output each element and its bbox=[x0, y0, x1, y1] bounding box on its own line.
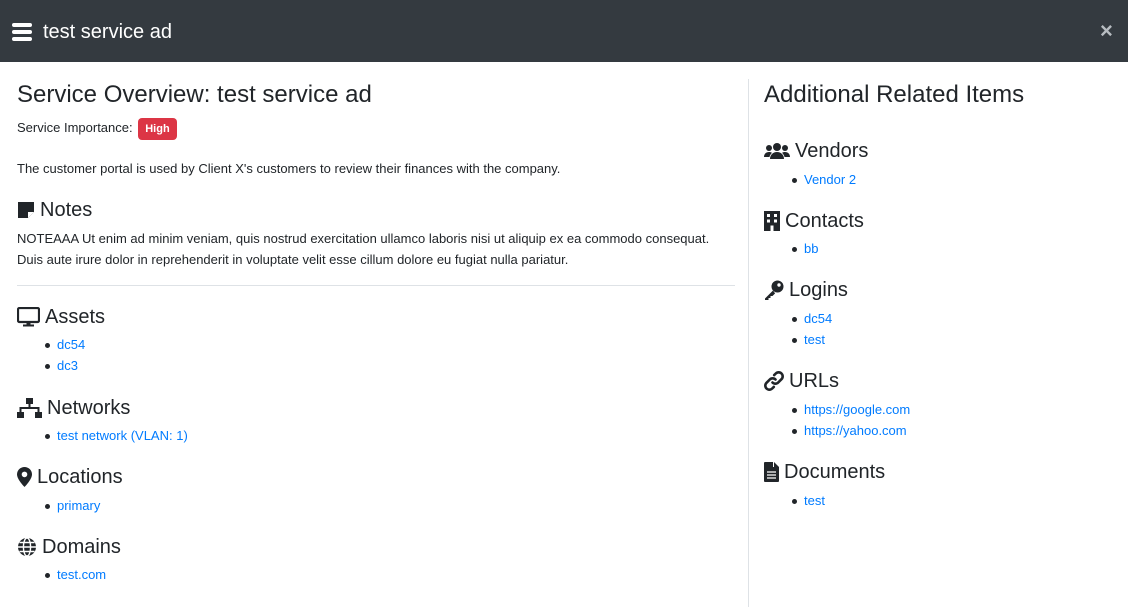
assets-list: dc54 dc3 bbox=[17, 334, 85, 376]
document-link[interactable]: test bbox=[804, 493, 825, 508]
vendors-heading: Vendors bbox=[764, 139, 868, 163]
vendor-link[interactable]: Vendor 2 bbox=[804, 172, 856, 187]
asset-link[interactable]: dc3 bbox=[57, 358, 78, 373]
login-link[interactable]: test bbox=[804, 332, 825, 347]
login-link[interactable]: dc54 bbox=[804, 311, 832, 326]
list-item: Vendor 2 bbox=[764, 169, 856, 190]
networks-heading: Networks bbox=[17, 396, 130, 420]
modal-body: Service Overview: test service ad Servic… bbox=[0, 62, 1128, 607]
list-item: dc54 bbox=[764, 308, 832, 329]
logins-heading: Logins bbox=[764, 278, 848, 302]
desktop-icon bbox=[17, 307, 40, 327]
contacts-heading: Contacts bbox=[764, 209, 864, 233]
vendors-title: Vendors bbox=[795, 140, 869, 162]
contact-link[interactable]: bb bbox=[804, 241, 818, 256]
list-item: primary bbox=[17, 495, 100, 516]
network-icon bbox=[17, 398, 42, 418]
contacts-list: bb bbox=[764, 238, 818, 259]
logins-title: Logins bbox=[789, 279, 848, 301]
close-icon[interactable]: × bbox=[1100, 20, 1114, 42]
link-icon bbox=[764, 371, 784, 391]
locations-list: primary bbox=[17, 495, 100, 516]
list-item: test bbox=[764, 490, 825, 511]
domains-title: Domains bbox=[42, 536, 121, 558]
users-icon bbox=[764, 143, 790, 159]
asset-link[interactable]: dc54 bbox=[57, 337, 85, 352]
vendors-list: Vendor 2 bbox=[764, 169, 856, 190]
contacts-title: Contacts bbox=[785, 210, 864, 232]
urls-heading: URLs bbox=[764, 369, 839, 393]
notes-title: Notes bbox=[40, 199, 93, 221]
list-item: bb bbox=[764, 238, 818, 259]
menu-icon[interactable] bbox=[12, 23, 32, 41]
urls-list: https://google.com https://yahoo.com bbox=[764, 399, 910, 441]
url-link[interactable]: https://yahoo.com bbox=[804, 423, 907, 438]
list-item: test.com bbox=[17, 564, 106, 585]
key-icon bbox=[765, 280, 784, 300]
domain-link[interactable]: test.com bbox=[57, 567, 106, 582]
location-link[interactable]: primary bbox=[57, 498, 100, 513]
list-item: dc3 bbox=[17, 355, 85, 376]
file-icon bbox=[764, 462, 779, 482]
networks-title: Networks bbox=[47, 397, 131, 419]
documents-title: Documents bbox=[784, 461, 886, 483]
list-item: test network (VLAN: 1) bbox=[17, 425, 188, 446]
assets-heading: Assets bbox=[17, 305, 105, 329]
notes-text: NOTEAAA Ut enim ad minim veniam, quis no… bbox=[17, 231, 710, 267]
service-description: The customer portal is used by Client X'… bbox=[17, 161, 561, 176]
building-icon bbox=[764, 211, 780, 231]
modal-header: test service ad × bbox=[0, 0, 1128, 62]
locations-title: Locations bbox=[37, 466, 123, 488]
list-item: test bbox=[764, 329, 832, 350]
networks-list: test network (VLAN: 1) bbox=[17, 425, 188, 446]
network-link[interactable]: test network (VLAN: 1) bbox=[57, 428, 188, 443]
assets-title: Assets bbox=[45, 306, 106, 328]
documents-list: test bbox=[764, 490, 825, 511]
service-importance: Service Importance: High bbox=[17, 117, 177, 140]
url-link[interactable]: https://google.com bbox=[804, 402, 910, 417]
list-item: https://yahoo.com bbox=[764, 420, 910, 441]
page-title: Service Overview: test service ad bbox=[17, 81, 372, 108]
domains-heading: Domains bbox=[17, 535, 121, 559]
documents-heading: Documents bbox=[764, 460, 885, 484]
logins-list: dc54 test bbox=[764, 308, 832, 350]
urls-title: URLs bbox=[789, 370, 840, 392]
globe-icon bbox=[18, 537, 36, 557]
related-title: Additional Related Items bbox=[764, 81, 1025, 108]
section-divider bbox=[17, 285, 735, 286]
notes-heading: Notes bbox=[17, 198, 92, 222]
sticky-note-icon bbox=[18, 202, 34, 218]
importance-label: Service Importance: bbox=[17, 120, 133, 135]
locations-heading: Locations bbox=[17, 465, 123, 489]
map-marker-icon bbox=[17, 467, 32, 487]
importance-badge: High bbox=[138, 117, 177, 140]
modal-title: test service ad bbox=[43, 21, 172, 43]
column-divider bbox=[748, 79, 749, 607]
list-item: dc54 bbox=[17, 334, 85, 355]
list-item: https://google.com bbox=[764, 399, 910, 420]
domains-list: test.com bbox=[17, 564, 106, 585]
